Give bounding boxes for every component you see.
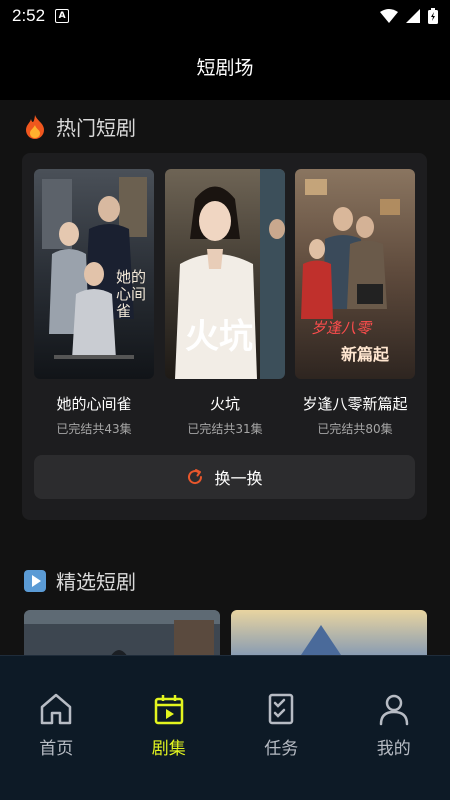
featured-section-header: 精选短剧: [24, 566, 136, 595]
drama-poster[interactable]: 火坑: [165, 169, 285, 379]
drama-episodes: 已完结共43集: [56, 422, 132, 436]
main-content[interactable]: 热门短剧 她的心间雀 她的心间雀 已完结共43集 火坑 火坑 已完结共31集 岁…: [0, 100, 450, 655]
nav-item-profile[interactable]: 我的: [338, 656, 450, 800]
poster-subtitle-text: 新篇起: [341, 345, 390, 364]
drama-poster[interactable]: 岁逢八零 新篇起: [295, 169, 415, 379]
hot-section-title: 热门短剧: [56, 116, 136, 140]
drama-card[interactable]: 她的心间雀 她的心间雀 已完结共43集: [34, 169, 154, 437]
drama-card[interactable]: 火坑 火坑 已完结共31集: [165, 169, 285, 437]
drama-episodes: 已完结共31集: [187, 422, 263, 436]
notification-a-icon: A: [55, 9, 70, 23]
nav-label: 我的: [376, 739, 411, 759]
app-header: 短剧场: [0, 32, 450, 100]
page-title: 短剧场: [196, 56, 254, 79]
hot-section-header: 热门短剧: [24, 112, 136, 141]
bottom-navigation: 首页 剧集 任务 我的: [0, 655, 450, 800]
wifi-icon: [380, 9, 398, 23]
featured-section-title: 精选短剧: [56, 570, 136, 594]
play-icon: [24, 569, 46, 592]
nav-label: 任务: [264, 739, 299, 759]
refresh-icon: [188, 469, 203, 485]
drama-poster[interactable]: 她的心间雀: [34, 169, 154, 379]
swap-button[interactable]: 换一换: [34, 455, 415, 499]
poster-title-text: 火坑: [185, 317, 253, 357]
nav-item-tasks[interactable]: 任务: [225, 656, 338, 800]
nav-label: 首页: [39, 739, 74, 759]
profile-icon: [379, 694, 408, 726]
featured-drama-thumbnail[interactable]: [231, 610, 427, 655]
battery-icon: [428, 8, 438, 24]
drama-title: 火坑: [209, 395, 240, 413]
featured-drama-thumbnail[interactable]: [24, 610, 220, 655]
task-icon: [269, 693, 294, 725]
drama-title: 她的心间雀: [56, 395, 132, 413]
fire-icon: [26, 114, 44, 139]
nav-item-home[interactable]: 首页: [0, 656, 113, 800]
home-icon: [41, 693, 72, 725]
poster-title-text: 她的心间雀: [116, 268, 147, 320]
status-bar: 2:52 A: [0, 0, 450, 32]
nav-item-episodes[interactable]: 剧集: [113, 656, 226, 800]
drama-card[interactable]: 岁逢八零 新篇起 岁逢八零新篇起 已完结共80集: [295, 169, 415, 437]
signal-icon: [406, 9, 420, 23]
status-icons: [380, 8, 438, 24]
drama-title: 岁逢八零新篇起: [302, 395, 408, 413]
nav-label: 剧集: [151, 739, 186, 759]
poster-title-text: 岁逢八零: [311, 319, 372, 337]
status-time: 2:52: [12, 6, 46, 25]
drama-episodes: 已完结共80集: [317, 422, 393, 436]
episodes-icon: [154, 695, 183, 725]
hot-dramas-panel: 她的心间雀 她的心间雀 已完结共43集 火坑 火坑 已完结共31集 岁逢八零 新…: [22, 153, 427, 520]
swap-label: 换一换: [214, 469, 263, 488]
